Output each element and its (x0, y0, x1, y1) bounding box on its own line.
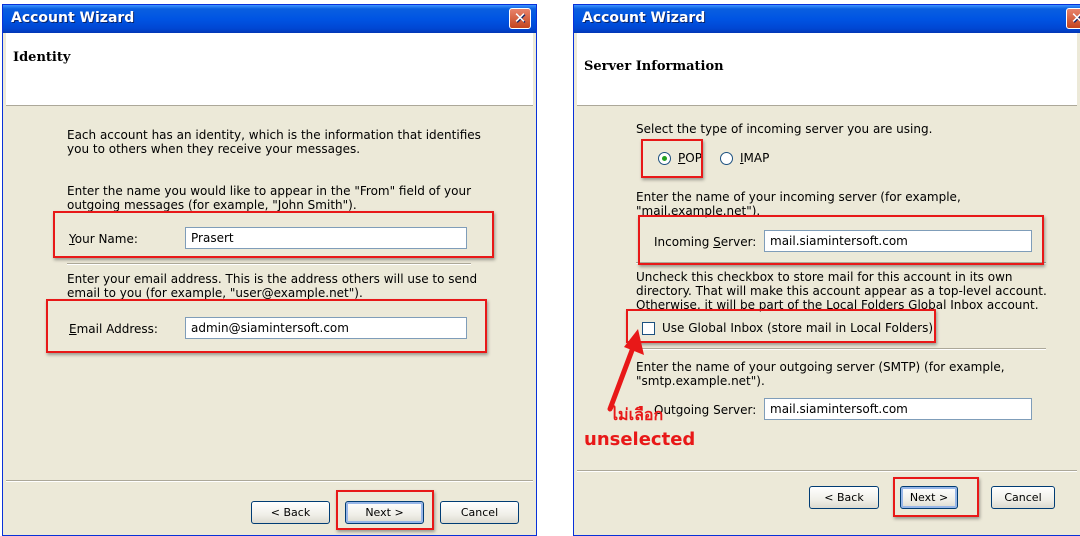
wizard-header: Identity (6, 33, 533, 106)
name-prompt-line1: Enter the name you would like to appear … (67, 184, 472, 198)
title-bar[interactable]: Account Wizard ✕ (574, 5, 1080, 33)
server-type-prompt: Select the type of incoming server you a… (636, 122, 933, 136)
global-inbox-highlight-box (626, 309, 936, 343)
close-icon[interactable]: ✕ (1066, 8, 1080, 29)
pop-highlight-box (641, 139, 703, 178)
divider (67, 263, 471, 265)
outgoing-server-input[interactable]: mail.siamintersoft.com (764, 398, 1032, 420)
outgoing-server-label: Outgoing Server: (654, 403, 757, 417)
footer-divider (6, 480, 533, 482)
footer-divider (577, 470, 1077, 472)
uncheck-text-line1: Uncheck this checkbox to store mail for … (636, 270, 1013, 284)
annotation-thai-text: ไม่เลือก (610, 405, 664, 424)
intro-text-line2: you to others when they receive your mes… (67, 142, 361, 156)
intro-text-line1: Each account has an identity, which is t… (67, 128, 481, 142)
page-title: Identity (13, 50, 71, 65)
page-title: Server Information (584, 59, 724, 74)
outgoing-prompt-line2: "smtp.example.net"). (636, 374, 765, 388)
divider (636, 348, 1046, 350)
account-wizard-server-window: Account Wizard ✕ Server Information Sele… (573, 4, 1080, 536)
uncheck-text-line2: directory. That will make this account a… (636, 284, 1047, 298)
back-button[interactable]: < Back (251, 501, 330, 524)
incoming-server-highlight-box (638, 215, 1044, 265)
imap-radio-label[interactable]: IMAP (740, 151, 769, 165)
next-highlight-box (336, 490, 434, 530)
cancel-button[interactable]: Cancel (991, 486, 1055, 509)
annotation-unselected-text: unselected (584, 429, 696, 450)
window-title: Account Wizard (582, 10, 706, 26)
back-button[interactable]: < Back (809, 486, 879, 509)
name-prompt-line2: outgoing messages (for example, "John Sm… (67, 198, 357, 212)
email-highlight-box (46, 299, 487, 353)
incoming-prompt-line1: Enter the name of your incoming server (… (636, 190, 961, 204)
title-bar[interactable]: Account Wizard ✕ (3, 5, 536, 33)
imap-radio[interactable] (720, 152, 733, 165)
outgoing-prompt-line1: Enter the name of your outgoing server (… (636, 360, 1005, 374)
name-highlight-box (53, 211, 494, 258)
account-wizard-identity-window: Account Wizard ✕ Identity Each account h… (2, 4, 537, 536)
cancel-button[interactable]: Cancel (440, 501, 519, 524)
red-arrow-icon (607, 329, 644, 412)
wizard-header: Server Information (577, 33, 1077, 106)
window-title: Account Wizard (11, 10, 135, 26)
email-prompt-line2: email to you (for example, "user@example… (67, 286, 363, 300)
email-prompt-line1: Enter your email address. This is the ad… (67, 272, 478, 286)
next-highlight-box (893, 477, 979, 517)
close-icon[interactable]: ✕ (509, 8, 531, 29)
